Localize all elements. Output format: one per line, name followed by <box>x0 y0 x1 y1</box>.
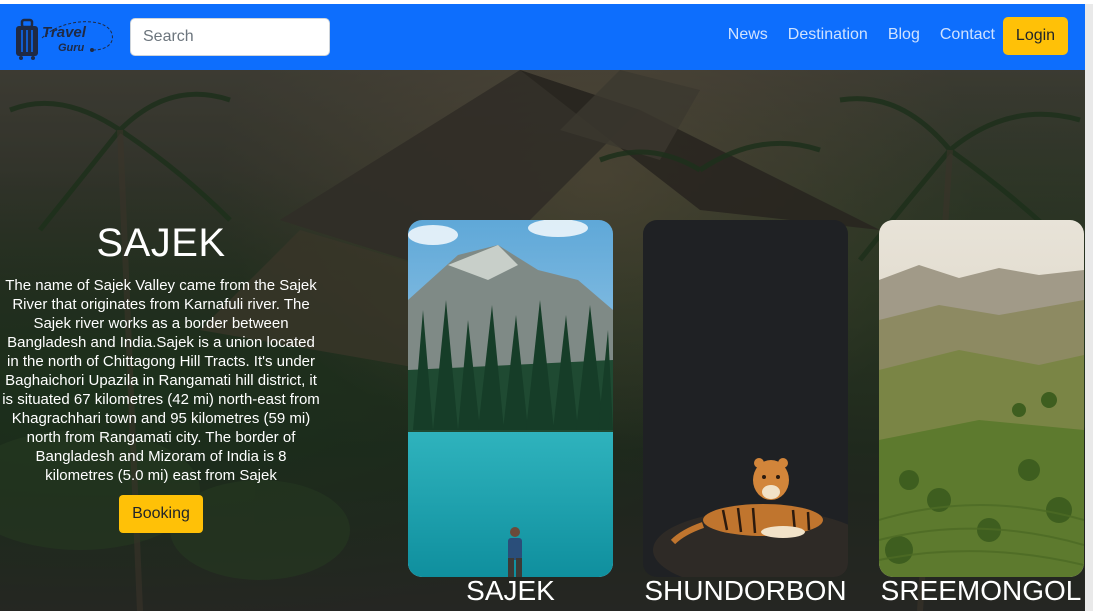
vertical-scrollbar[interactable] <box>1085 4 1093 611</box>
hero-section: SAJEK The name of Sajek Valley came from… <box>0 70 1085 611</box>
tiger-image <box>643 220 848 577</box>
booking-button[interactable]: Booking <box>119 495 203 533</box>
nav-link-blog[interactable]: Blog <box>888 26 920 44</box>
nav-links: News Destination Blog Contact <box>708 26 995 44</box>
card-title-sajek: SAJEK <box>466 575 555 606</box>
nav-link-news[interactable]: News <box>728 26 768 44</box>
search-input[interactable] <box>130 18 330 56</box>
destination-title: SAJEK <box>96 221 226 265</box>
nav-link-destination[interactable]: Destination <box>788 26 868 44</box>
brand-line1: Travel <box>42 24 86 41</box>
brand-line2: Guru <box>58 42 85 54</box>
login-button[interactable]: Login <box>1003 17 1068 55</box>
destination-info: SAJEK The name of Sajek Valley came from… <box>0 220 322 533</box>
destination-description: The name of Sajek Valley came from the S… <box>2 277 320 484</box>
travel-guru-logo[interactable]: Travel Guru <box>12 16 116 62</box>
lake-mountain-image <box>408 220 613 577</box>
destination-card-sajek[interactable] <box>408 220 613 577</box>
navbar: Travel Guru News Destination Blog Contac… <box>0 4 1085 70</box>
destination-card-shundorbon[interactable] <box>643 220 848 577</box>
card-title-shundorbon: SHUNDORBON <box>644 575 847 606</box>
destination-card-sreemongol[interactable] <box>879 220 1084 577</box>
card-title-sreemongol: SREEMONGOL <box>880 575 1082 606</box>
tea-garden-image <box>879 220 1084 577</box>
nav-link-contact[interactable]: Contact <box>940 26 995 44</box>
